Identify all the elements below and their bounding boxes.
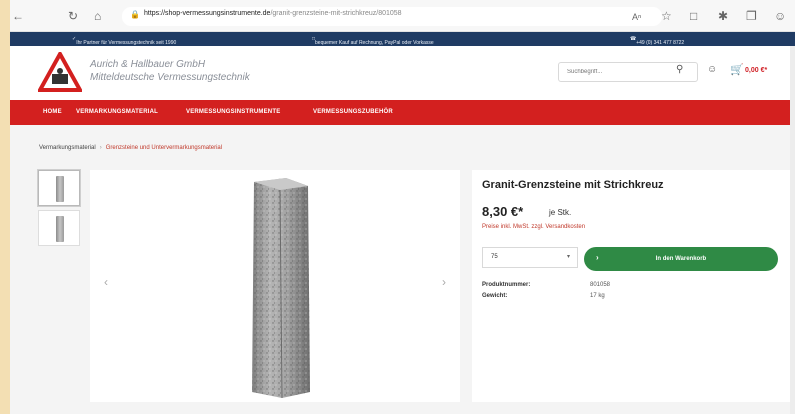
chevron-down-icon: ▾ — [567, 254, 571, 260]
spec-label-weight: Gewicht: — [482, 293, 508, 299]
address-bar[interactable]: 🔒 https://shop-vermessungsinstrumente.de… — [122, 7, 662, 26]
spec-label-product-number: Produktnummer: — [482, 282, 531, 288]
cart-total[interactable]: 0,00 €* — [745, 67, 767, 74]
nav-vermarkungsmaterial[interactable]: VERMARKUNGSMATERIAL — [76, 109, 158, 115]
product-thumbnail-1[interactable] — [38, 170, 80, 206]
browser-window: ← ↻ ⌂ 🔒 https://shop-vermessungsinstrume… — [10, 0, 795, 414]
tax-note[interactable]: Preise inkl. MwSt. zzgl. Versandkosten — [482, 224, 585, 230]
add-to-cart-label: In den Warenkorb — [655, 256, 707, 262]
gallery-next-icon[interactable]: › — [442, 275, 446, 289]
browser-toolbar: ← ↻ ⌂ 🔒 https://shop-vermessungsinstrume… — [10, 0, 795, 32]
user-account-icon[interactable]: ☺ — [707, 64, 717, 75]
product-thumbnail-2[interactable] — [38, 210, 80, 246]
back-icon[interactable]: ← — [12, 9, 24, 23]
thumbnail-stone-image — [56, 216, 64, 242]
company-name: Aurich & Hallbauer GmbH — [90, 59, 206, 70]
product-image-gallery: ‹ › — [90, 170, 460, 402]
favorites-icon[interactable]: ☆ — [661, 9, 672, 23]
collections-icon[interactable]: ❐ — [746, 9, 757, 23]
granite-stone-image — [252, 178, 310, 399]
nav-home[interactable]: HOME — [43, 109, 62, 115]
info-partner: ✓ Ihr Partner für Vermessungstechnik sei… — [72, 36, 177, 46]
thumbnail-stone-image — [56, 176, 64, 202]
spec-value-weight: 17 kg — [590, 293, 605, 299]
info-phone[interactable]: ☎ +49 (0) 341 477 8722 — [630, 36, 684, 46]
add-to-cart-button[interactable]: › In den Warenkorb — [584, 247, 778, 271]
site-header: Aurich & Hallbauer GmbH Mitteldeutsche V… — [10, 46, 795, 100]
product-info-panel: Granit-Grenzsteine mit Strichkreuz 8,30 … — [472, 170, 790, 402]
search-icon[interactable]: ⚲ — [676, 64, 683, 75]
breadcrumb-separator: › — [99, 145, 102, 151]
company-logo-icon[interactable] — [38, 52, 82, 92]
home-icon[interactable]: ⌂ — [94, 9, 101, 23]
profile-icon[interactable]: ☺ — [774, 9, 786, 23]
info-payment: □ bequemer Kauf auf Rechnung, PayPal ode… — [312, 36, 434, 46]
nav-vermessungsinstrumente[interactable]: VERMESSUNGSINSTRUMENTE — [186, 109, 280, 115]
extensions-icon[interactable]: ✱ — [718, 9, 728, 23]
company-tagline: Mitteldeutsche Vermessungstechnik — [90, 72, 250, 83]
reload-icon[interactable]: ↻ — [68, 9, 78, 23]
read-aloud-icon[interactable]: Aⁿ — [632, 10, 641, 24]
nav-vermessungszubehoer[interactable]: VERMESSUNGSZUBEHÖR — [313, 109, 393, 115]
page-scrollbar[interactable] — [790, 46, 795, 414]
chevron-right-icon: › — [596, 253, 599, 262]
collections-icon[interactable]: □ — [690, 9, 697, 23]
cart-icon[interactable]: 🛒 — [730, 63, 744, 76]
breadcrumb-item-vermarkungsmaterial[interactable]: Vermarkungsmaterial — [39, 145, 96, 151]
product-title: Granit-Grenzsteine mit Strichkreuz — [482, 179, 664, 191]
quantity-select[interactable]: 75 ▾ — [482, 247, 578, 268]
gallery-prev-icon[interactable]: ‹ — [104, 275, 108, 289]
price-unit: je Stk. — [549, 208, 572, 217]
main-nav: HOME VERMARKUNGSMATERIAL VERMESSUNGSINST… — [10, 100, 795, 125]
url-text[interactable]: https://shop-vermessungsinstrumente.de/g… — [144, 10, 402, 17]
url-path: /granit-grenzsteine-mit-strichkreuz/8010… — [270, 10, 402, 17]
info-strip: ✓ Ihr Partner für Vermessungstechnik sei… — [10, 32, 795, 46]
breadcrumb-item-grenzsteine[interactable]: Grenzsteine und Untervermarkungsmaterial — [106, 145, 222, 151]
url-host: https://shop-vermessungsinstrumente.de — [144, 10, 271, 17]
quantity-value: 75 — [491, 254, 498, 260]
product-price: 8,30 €* — [482, 204, 524, 219]
breadcrumb: Vermarkungsmaterial › Grenzsteine und Unte… — [39, 145, 222, 151]
spec-value-product-number: 801058 — [590, 282, 611, 288]
lock-icon[interactable]: 🔒 — [130, 10, 140, 19]
